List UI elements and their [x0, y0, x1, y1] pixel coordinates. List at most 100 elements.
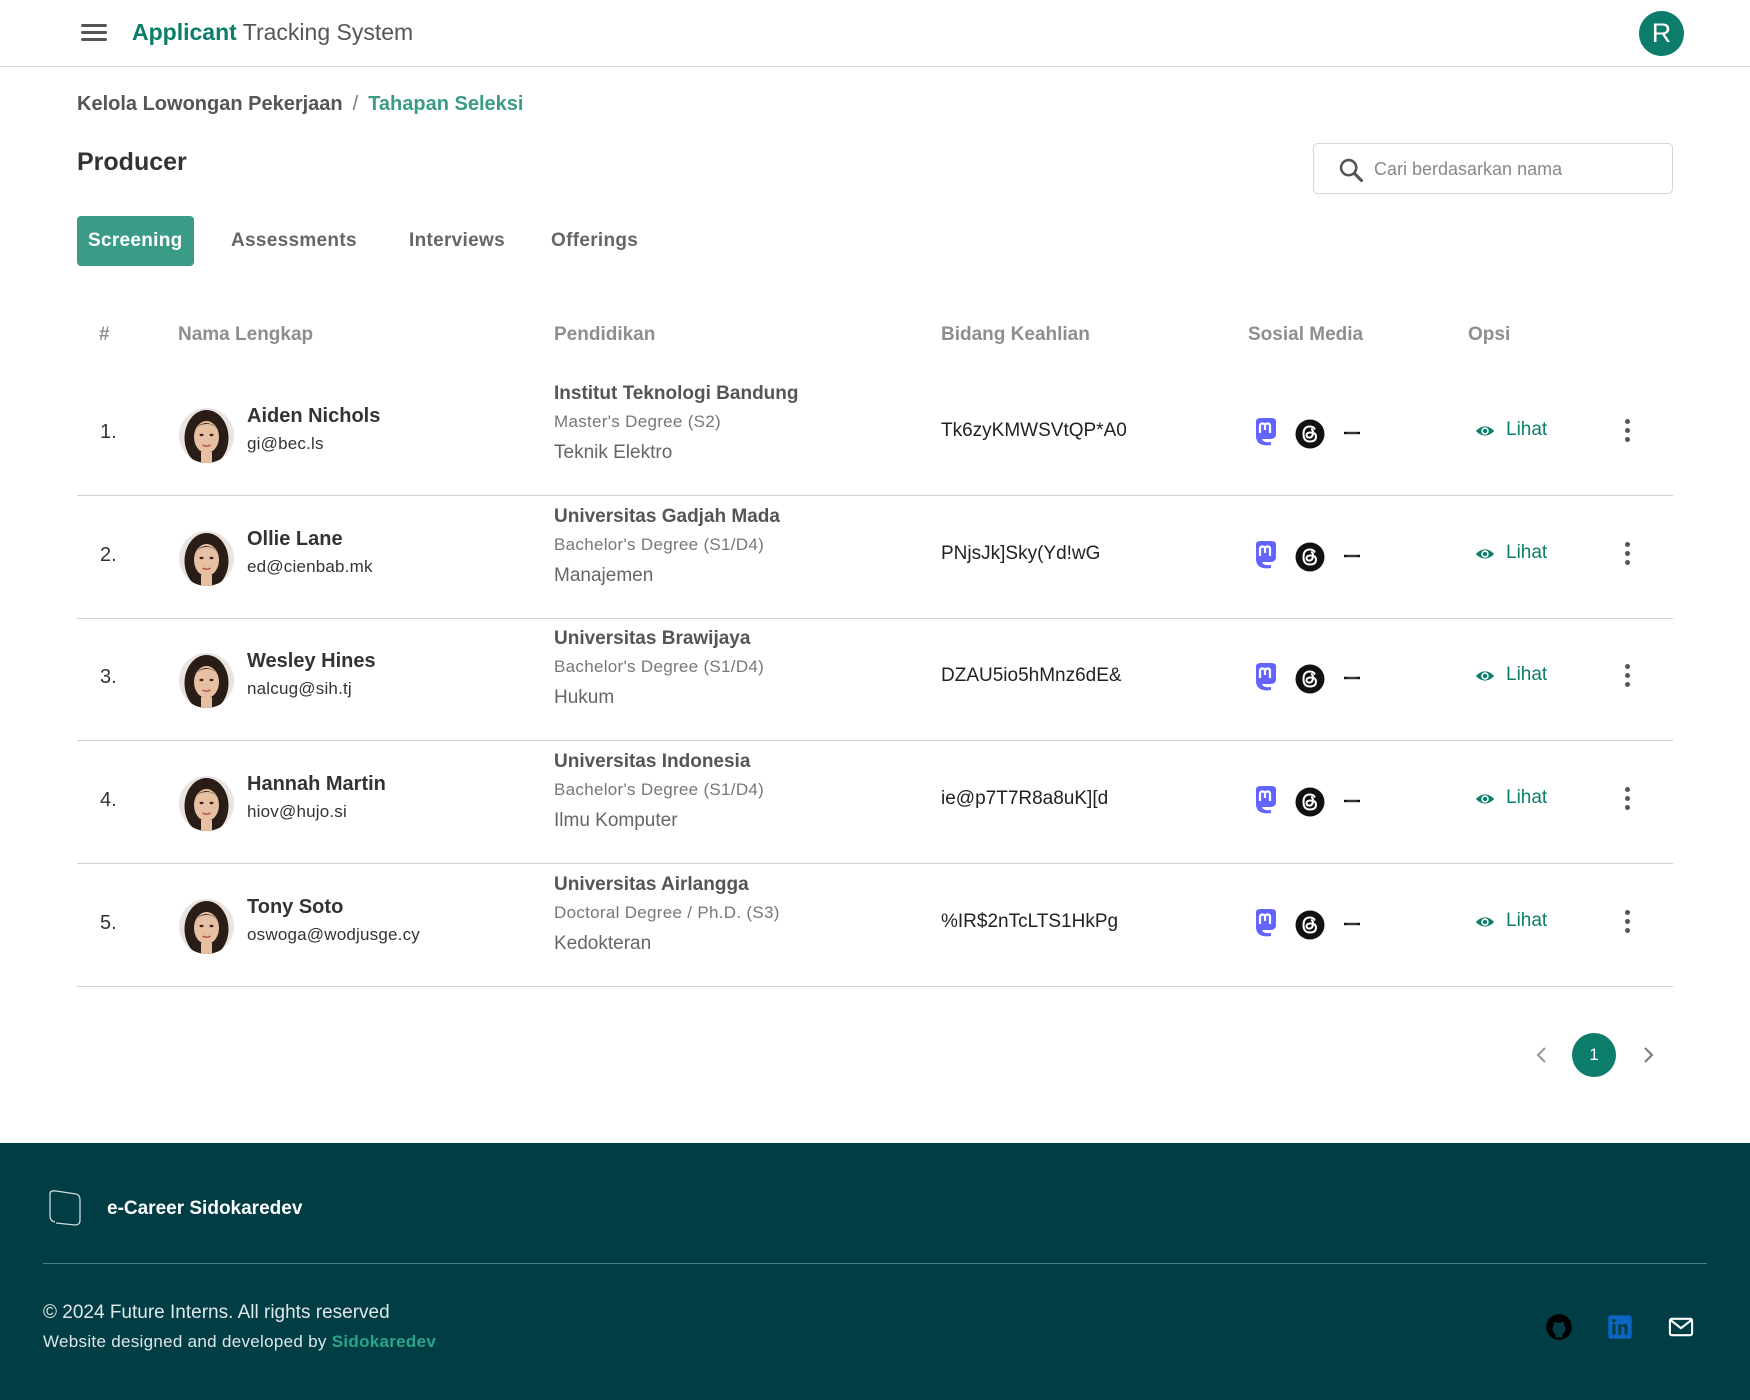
column-header-skill: Bidang Keahlian: [941, 324, 1090, 345]
mastodon-icon[interactable]: [1253, 908, 1279, 938]
applicant-name: Ollie Lane: [247, 528, 343, 550]
applicant-photo: [179, 776, 234, 831]
applicant-photo: [179, 653, 234, 708]
mastodon-icon[interactable]: [1253, 785, 1279, 815]
table-row: 1. Aiden Nichols gi@bec.ls Institut Teknolo…: [77, 373, 1673, 496]
mail-icon[interactable]: [1667, 1313, 1695, 1341]
eye-icon: [1475, 671, 1495, 681]
applicant-photo: [179, 408, 234, 463]
skill-field: DZAU5io5hMnz6dE&: [941, 665, 1122, 686]
table-row: 3. Wesley Hines nalcug@sih.tj Universitas B…: [77, 618, 1673, 741]
view-button-label: Lihat: [1506, 910, 1548, 931]
threads-icon[interactable]: [1295, 787, 1325, 817]
education-degree: Master's Degree (S2): [554, 412, 722, 431]
breadcrumb-separator: /: [352, 93, 359, 115]
app-title: Applicant Tracking System: [132, 19, 413, 46]
applicant-name: Hannah Martin: [247, 773, 386, 795]
threads-icon[interactable]: [1295, 910, 1325, 940]
skill-field: %IR$2nTcLTS1HkPg: [941, 911, 1119, 932]
mastodon-icon[interactable]: [1253, 540, 1279, 570]
tab-assessments[interactable]: Assessments: [220, 216, 368, 266]
row-number: 5.: [100, 912, 117, 934]
eye-icon: [1475, 549, 1495, 559]
column-header-options: Opsi: [1468, 324, 1511, 345]
applicant-name: Tony Soto: [247, 896, 344, 918]
column-header-number: #: [99, 324, 110, 345]
applicant-email: gi@bec.ls: [247, 434, 324, 453]
table-row: 2. Ollie Lane ed@cienbab.mk Universitas Gad…: [77, 496, 1673, 619]
app-title-rest: Tracking System: [242, 19, 414, 45]
row-number: 3.: [100, 666, 117, 688]
view-button-label: Lihat: [1506, 542, 1548, 563]
app-title-strong: Applicant: [132, 19, 237, 45]
search-input[interactable]: [1374, 154, 1654, 184]
education-major: Hukum: [554, 687, 615, 708]
hamburger-menu-icon[interactable]: [76, 18, 110, 48]
education-major: Ilmu Komputer: [554, 810, 678, 831]
footer-brand: e-Career Sidokaredev: [107, 1198, 303, 1219]
more-options-icon[interactable]: [1617, 662, 1637, 690]
education-university: Universitas Airlangga: [554, 874, 749, 895]
row-number: 4.: [100, 789, 117, 811]
skill-field: ie@p7T7R8a8uK][d: [941, 788, 1109, 809]
skill-field: Tk6zyKMWSVtQP*A0: [941, 420, 1127, 441]
view-button-label: Lihat: [1506, 419, 1548, 440]
applicant-email: nalcug@sih.tj: [247, 679, 352, 698]
user-avatar[interactable]: R: [1639, 11, 1684, 56]
footer-divider: [43, 1263, 1707, 1264]
github-icon[interactable]: [1545, 1313, 1573, 1341]
breadcrumb-item-lowongan[interactable]: Kelola Lowongan Pekerjaan: [77, 93, 343, 115]
more-options-icon[interactable]: [1617, 540, 1637, 568]
threads-icon[interactable]: [1295, 419, 1325, 449]
link-icon[interactable]: [1342, 796, 1362, 806]
education-major: Teknik Elektro: [554, 442, 673, 463]
more-options-icon[interactable]: [1617, 785, 1637, 813]
footer-copyright: © 2024 Future Interns. All rights reserv…: [43, 1302, 390, 1323]
pagination-next-icon[interactable]: [1636, 1038, 1660, 1072]
education-university: Universitas Gadjah Mada: [554, 506, 780, 527]
applicant-email: ed@cienbab.mk: [247, 557, 373, 576]
applicant-photo: [179, 531, 234, 586]
view-button-label: Lihat: [1506, 664, 1548, 685]
education-university: Universitas Brawijaya: [554, 628, 751, 649]
more-options-icon[interactable]: [1617, 417, 1637, 445]
link-icon[interactable]: [1342, 919, 1362, 929]
applicant-name: Aiden Nichols: [247, 405, 381, 427]
pagination-page-current[interactable]: 1: [1572, 1033, 1616, 1077]
linkedin-icon[interactable]: [1606, 1313, 1634, 1341]
search-box[interactable]: [1313, 143, 1673, 194]
applicant-email: oswoga@wodjusge.cy: [247, 925, 421, 944]
search-icon: [1339, 158, 1364, 183]
threads-icon[interactable]: [1295, 542, 1325, 572]
education-major: Kedokteran: [554, 933, 652, 954]
tab-screening[interactable]: Screening: [77, 216, 194, 266]
skill-field: PNjsJk]Sky(Yd!wG: [941, 543, 1101, 564]
table-row: 5. Tony Soto oswoga@wodjusge.cy Universitas…: [77, 864, 1673, 987]
breadcrumb-item-current: Tahapan Seleksi: [368, 93, 524, 115]
footer-credit-link[interactable]: Sidokaredev: [332, 1332, 436, 1351]
mastodon-icon[interactable]: [1253, 417, 1279, 447]
link-icon[interactable]: [1342, 428, 1362, 438]
view-button-label: Lihat: [1506, 787, 1548, 808]
column-header-social-media: Sosial Media: [1248, 324, 1364, 345]
applicant-photo: [179, 899, 234, 954]
eye-icon: [1475, 794, 1495, 804]
link-icon[interactable]: [1342, 673, 1362, 683]
education-university: Universitas Indonesia: [554, 751, 751, 772]
row-number: 1.: [100, 421, 117, 443]
row-number: 2.: [100, 544, 117, 566]
pagination-prev-icon[interactable]: [1530, 1038, 1554, 1072]
footer-credit: Website designed and developed by Sidoka…: [43, 1332, 436, 1352]
link-icon[interactable]: [1342, 551, 1362, 561]
threads-icon[interactable]: [1295, 664, 1325, 694]
education-university: Institut Teknologi Bandung: [554, 383, 799, 404]
brand-logo-icon: [49, 1190, 81, 1226]
tab-interviews[interactable]: Interviews: [398, 216, 516, 266]
applicant-name: Wesley Hines: [247, 650, 376, 672]
more-options-icon[interactable]: [1617, 908, 1637, 936]
tab-offerings[interactable]: Offerings: [540, 216, 649, 266]
mastodon-icon[interactable]: [1253, 662, 1279, 692]
eye-icon: [1475, 917, 1495, 927]
page-title: Producer: [77, 148, 187, 176]
footer: e-Career Sidokaredev © 2024 Future Inter…: [0, 1143, 1750, 1400]
